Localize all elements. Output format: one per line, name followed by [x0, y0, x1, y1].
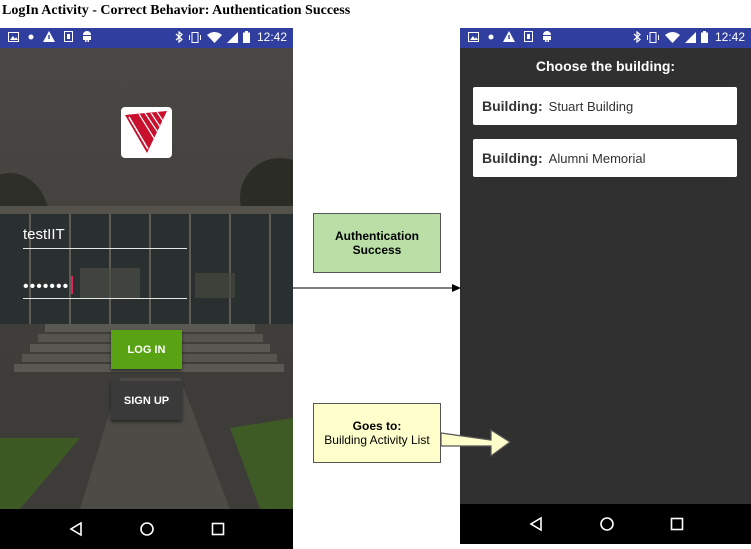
goes-note-line1: Goes to:	[352, 419, 402, 433]
goes-note-line2: Building Activity List	[324, 433, 430, 447]
auth-note-line1: Authentication	[335, 229, 419, 243]
auth-note-line2: Success	[352, 243, 402, 257]
goes-to-block-arrow	[440, 428, 512, 458]
goes-to-note: Goes to: Building Activity List	[313, 403, 441, 463]
transition-arrowhead	[452, 284, 461, 292]
diagram-connectors	[293, 284, 512, 458]
authentication-success-note: Authentication Success	[313, 213, 441, 273]
